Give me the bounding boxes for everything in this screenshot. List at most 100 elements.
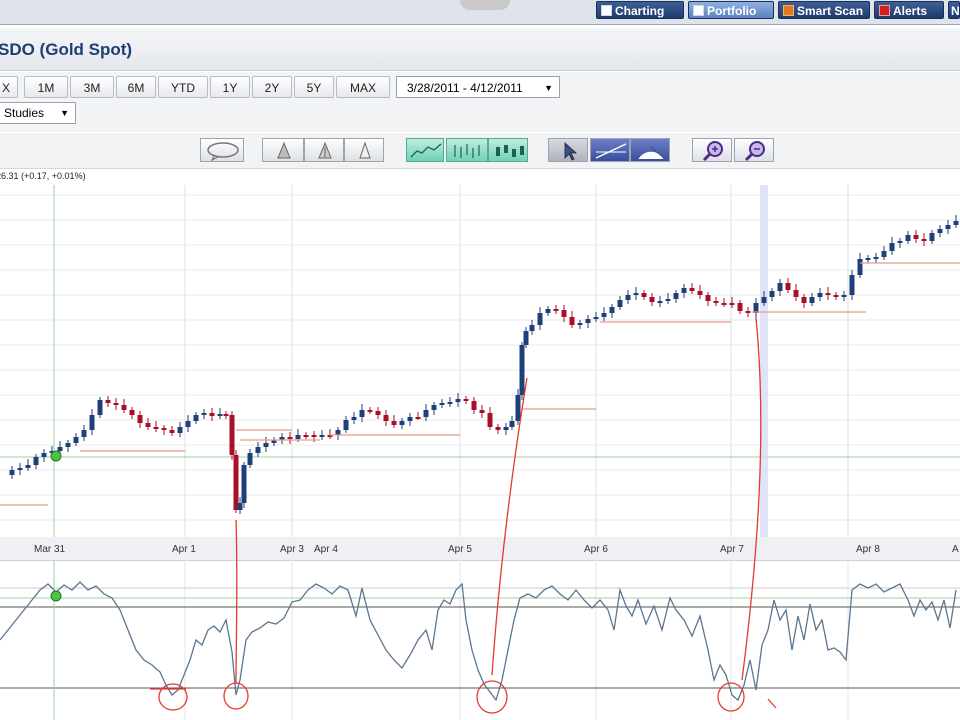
candle-body xyxy=(849,275,855,295)
oscillator-bg xyxy=(0,560,960,720)
zoom-out-icon[interactable] xyxy=(734,138,774,162)
period-button-3m[interactable]: 3M xyxy=(70,76,114,98)
period-button-x[interactable]: X xyxy=(0,76,18,98)
candle-body xyxy=(129,410,135,415)
period-button-1m[interactable]: 1M xyxy=(24,76,68,98)
candle-chart-icon[interactable] xyxy=(488,138,528,162)
candle-body xyxy=(519,345,525,395)
candle-body xyxy=(233,455,239,510)
nav-more[interactable]: Ne xyxy=(948,1,960,19)
candle-body xyxy=(905,235,911,241)
candle-body xyxy=(391,421,397,425)
candle-body xyxy=(537,313,543,325)
date-range-value: 3/28/2011 - 4/12/2011 xyxy=(407,81,523,95)
nav-portfolio[interactable]: Portfolio xyxy=(688,1,774,19)
candle-body xyxy=(383,415,389,421)
candle-body xyxy=(319,435,325,437)
candle-body xyxy=(689,288,695,291)
candle-body xyxy=(57,447,63,451)
candle-body xyxy=(193,415,199,421)
candle-body xyxy=(889,243,895,251)
period-button-max[interactable]: MAX xyxy=(336,76,390,98)
price-chart[interactable]: Mar 31 Apr 1 Apr 3 Apr 4 Apr 5 Apr 6 Apr 7 Apr … xyxy=(0,185,960,560)
candle-body xyxy=(937,229,943,233)
candle-body xyxy=(89,415,95,430)
portfolio-icon xyxy=(693,5,704,16)
candle-body xyxy=(351,417,357,420)
fibonacci-icon[interactable] xyxy=(630,138,670,162)
candle-body xyxy=(343,420,349,430)
candle-body xyxy=(673,293,679,299)
arrow-up-b-icon[interactable] xyxy=(304,138,344,162)
period-button-2y[interactable]: 2Y xyxy=(252,76,292,98)
candle-body xyxy=(423,410,429,417)
trendline-icon[interactable] xyxy=(590,138,630,162)
candle-body xyxy=(33,457,39,465)
candle-body xyxy=(721,303,727,305)
candle-body xyxy=(705,295,711,301)
pointer-icon[interactable] xyxy=(548,138,588,162)
candle-body xyxy=(769,291,775,297)
candle-body xyxy=(873,257,879,259)
zoom-in-icon[interactable] xyxy=(692,138,732,162)
date-range-select[interactable]: 3/28/2011 - 4/12/2011 ▼ xyxy=(396,76,560,98)
candle-body xyxy=(697,291,703,295)
candle-body xyxy=(881,251,887,257)
top-nav: Charting Portfolio Smart Scan Alerts Ne xyxy=(0,0,960,25)
smart-scan-icon xyxy=(783,5,794,16)
candle-body xyxy=(463,399,469,401)
x-tick-label: Mar 31 xyxy=(34,544,66,555)
candle-body xyxy=(41,453,47,457)
candle-body xyxy=(295,435,301,439)
arrow-up-c-icon[interactable] xyxy=(344,138,384,162)
candle-body xyxy=(857,259,863,275)
period-button-1y[interactable]: 1Y xyxy=(210,76,250,98)
period-button-ytd[interactable]: YTD xyxy=(158,76,208,98)
candle-body xyxy=(487,413,493,427)
candle-body xyxy=(801,297,807,303)
nav-smart-scan[interactable]: Smart Scan xyxy=(778,1,870,19)
candle-body xyxy=(609,307,615,313)
candle-body xyxy=(209,413,215,416)
candle-body xyxy=(617,300,623,307)
candle-body xyxy=(625,295,631,300)
candle-body xyxy=(223,414,229,416)
candle-body xyxy=(785,283,791,290)
oscillator-signal-marker xyxy=(50,590,62,602)
x-tick-label: Apr 1 xyxy=(172,544,196,555)
candle-body xyxy=(287,437,293,439)
candle-body xyxy=(73,437,79,443)
period-button-6m[interactable]: 6M xyxy=(116,76,156,98)
oscillator-chart[interactable] xyxy=(0,560,960,720)
candle-body xyxy=(447,402,453,404)
candle-body xyxy=(865,258,871,260)
candle-body xyxy=(161,428,167,430)
period-button-5y[interactable]: 5Y xyxy=(294,76,334,98)
candle-body xyxy=(153,427,159,429)
x-tick-label: Apr 8 xyxy=(856,544,880,555)
x-tick-label: Apr 5 xyxy=(448,544,472,555)
line-chart-icon[interactable] xyxy=(406,138,444,162)
studies-select[interactable]: Studies ▼ xyxy=(0,102,76,124)
candle-body xyxy=(177,427,183,433)
nav-charting[interactable]: Charting xyxy=(596,1,684,19)
x-tick-label: Apr 7 xyxy=(720,544,744,555)
chat-bubble-icon[interactable] xyxy=(200,138,244,162)
candle-body xyxy=(241,465,247,503)
candle-body xyxy=(713,301,719,303)
arrow-up-a-icon[interactable] xyxy=(262,138,304,162)
ohlc-chart-icon[interactable] xyxy=(446,138,488,162)
candle-body xyxy=(359,410,365,417)
drawing-toolbar xyxy=(0,133,960,169)
candle-body xyxy=(809,297,815,303)
alerts-icon xyxy=(879,5,890,16)
candle-body xyxy=(25,465,31,468)
candle-body xyxy=(945,225,951,229)
candle-body xyxy=(793,290,799,297)
nav-portfolio-label: Portfolio xyxy=(707,4,757,18)
candle-body xyxy=(455,399,461,402)
nav-alerts[interactable]: Alerts xyxy=(874,1,944,19)
candle-body xyxy=(825,293,831,295)
candle-body xyxy=(237,503,243,510)
candle-body xyxy=(415,417,421,419)
